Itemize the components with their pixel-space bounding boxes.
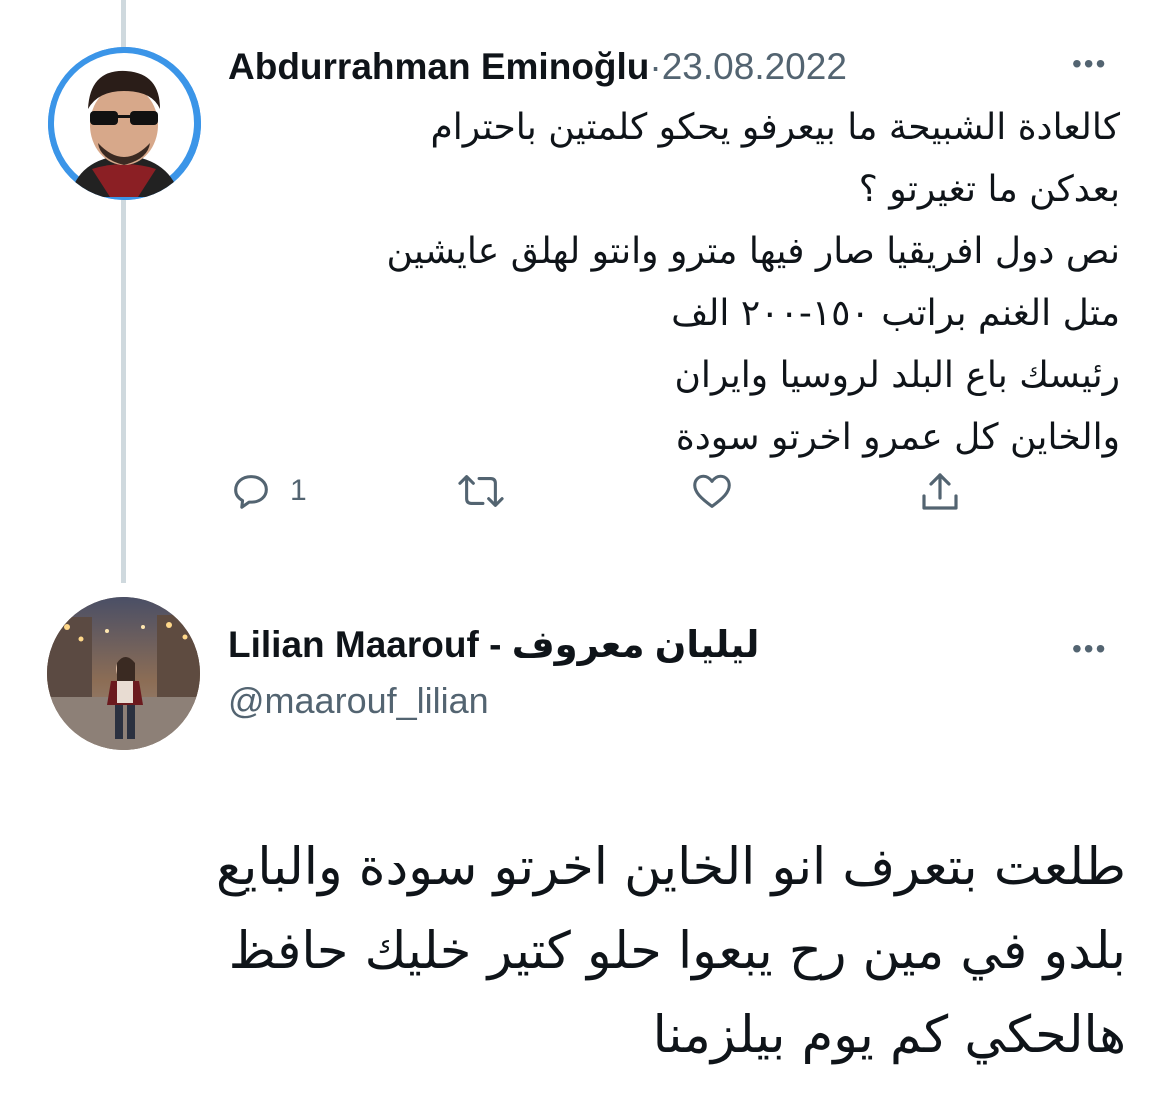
retweet-icon <box>453 468 509 514</box>
separator-dot: · <box>649 46 662 87</box>
more-icon[interactable]: ••• <box>1072 48 1107 80</box>
avatar-image <box>48 47 201 200</box>
avatar[interactable] <box>48 47 201 200</box>
like-button[interactable] <box>688 468 736 514</box>
tweet-header: Abdurrahman Eminoğlu · 23.08.2022 <box>228 44 847 90</box>
reply-count: 1 <box>290 474 307 507</box>
avatar-image <box>47 597 200 750</box>
tweet-line: رئيسك باع البلد لروسيا وايران <box>674 355 1120 396</box>
author-name[interactable]: Lilian Maarouf - ليليان معروف <box>228 623 759 666</box>
tweet-actions: 1 <box>228 468 988 518</box>
tweet-line: طلعت بتعرف انو الخاين اخرتو سودة والبايع <box>215 838 1126 897</box>
reply-icon <box>228 468 274 514</box>
reply-button[interactable]: 1 <box>228 468 307 514</box>
tweet-date[interactable]: 23.08.2022 <box>662 46 847 88</box>
share-button[interactable] <box>916 468 964 516</box>
tweet-line: متل الغنم براتب ١٥٠-٢٠٠ الف <box>671 293 1120 334</box>
tweet-line: كالعادة الشبيحة ما بيعرفو يحكو كلمتين با… <box>430 107 1120 148</box>
avatar[interactable] <box>47 597 200 750</box>
author-name[interactable]: Abdurrahman Eminoğlu <box>228 46 649 88</box>
retweet-button[interactable] <box>453 468 509 514</box>
like-icon <box>688 468 736 514</box>
author-handle[interactable]: @maarouf_lilian <box>228 680 489 722</box>
tweet-line: نص دول افريقيا صار فيها مترو وانتو لهلق … <box>386 231 1120 272</box>
tweet-line: والخاين كل عمرو اخرتو سودة <box>675 417 1120 458</box>
tweet-line: بعدكن ما تغيرتو ؟ <box>858 169 1120 210</box>
tweet-text: طلعت بتعرف انو الخاين اخرتو سودة والبايع… <box>80 826 1126 1078</box>
more-icon[interactable]: ••• <box>1072 633 1107 665</box>
tweet-text: كالعادة الشبيحة ما بيعرفو يحكو كلمتين با… <box>228 97 1120 469</box>
tweet-line: بلدو في مين رح يبعوا حلو كتير خليك حافظ <box>228 922 1126 981</box>
share-icon <box>916 468 964 516</box>
tweet-line: هالحكي كم يوم بيلزمنا <box>652 1006 1126 1065</box>
